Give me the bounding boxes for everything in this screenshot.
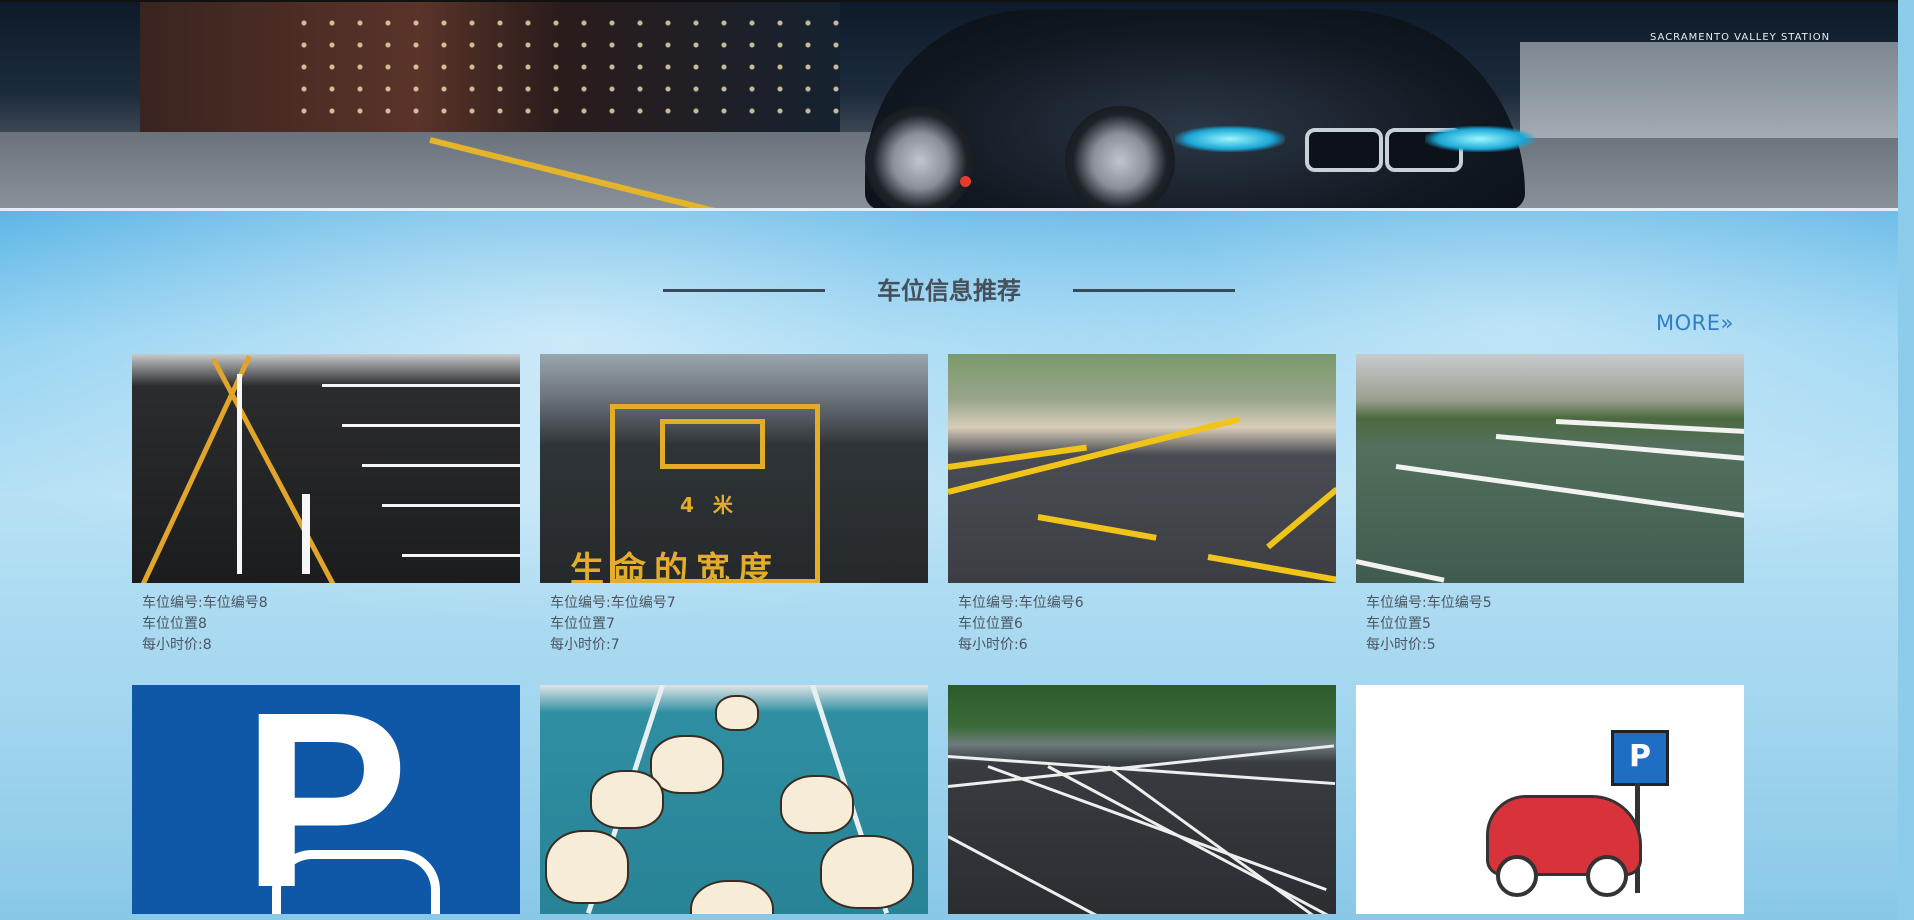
spot-price: 每小时价:7 — [550, 637, 620, 653]
banner-car-wheel-left — [865, 106, 975, 210]
car-wheel — [1586, 855, 1628, 897]
spot-card[interactable]: 车位编号:车位编号6 车位位置6 每小时价:6 — [948, 354, 1336, 656]
parking-line — [987, 765, 1327, 892]
spot-location: 车位位置5 — [1366, 616, 1431, 632]
lane-line — [137, 355, 252, 583]
spot-number: 车位编号:车位编号7 — [550, 595, 676, 611]
spot-location: 车位位置6 — [958, 616, 1023, 632]
banner-car-headlight-left — [1175, 126, 1285, 152]
painted-box — [660, 419, 765, 469]
parking-line — [1037, 514, 1157, 541]
car-icon — [272, 850, 440, 914]
spot-image[interactable] — [132, 354, 520, 583]
banner-railing — [1520, 42, 1898, 138]
banner-city-backdrop — [140, 2, 850, 132]
spot-number: 车位编号:车位编号6 — [958, 595, 1084, 611]
parking-line — [1107, 765, 1336, 914]
section-title: 车位信息推荐 — [877, 277, 1021, 305]
lane-line — [382, 504, 520, 507]
lane-line — [402, 554, 520, 557]
carousel-dots — [960, 176, 971, 187]
spot-price: 每小时价:8 — [142, 637, 212, 653]
parking-line — [948, 744, 1335, 788]
spot-image[interactable]: P — [1356, 685, 1744, 914]
spot-card[interactable]: 车位编号:车位编号5 车位位置5 每小时价:5 — [1356, 354, 1744, 656]
parking-line — [948, 416, 1240, 495]
lane-line — [322, 384, 520, 387]
banner-car-grille-left — [1305, 128, 1383, 172]
hero-banner[interactable]: SACRAMENTO VALLEY STATION — [0, 0, 1898, 210]
spot-image[interactable]: P — [132, 685, 520, 914]
spot-price: 每小时价:6 — [958, 637, 1028, 653]
parking-sign: P — [1611, 730, 1669, 786]
spot-price: 每小时价:5 — [1366, 637, 1436, 653]
spot-card[interactable]: P — [132, 685, 520, 914]
spot-card[interactable]: 4 米 生命的宽度 车位编号:车位编号7 车位位置7 每小时价:7 — [540, 354, 928, 656]
title-line-right — [1073, 289, 1235, 292]
spot-info: 车位编号:车位编号5 车位位置5 每小时价:5 — [1356, 583, 1744, 656]
spot-location: 车位位置8 — [142, 616, 207, 632]
spot-image[interactable]: 4 米 生命的宽度 — [540, 354, 928, 583]
parking-line — [948, 444, 1088, 470]
lane-line — [342, 424, 520, 427]
cat-drawing — [690, 880, 774, 914]
more-link[interactable]: MORE» — [1656, 311, 1734, 335]
parking-line — [1266, 486, 1336, 550]
spot-info: 车位编号:车位编号7 车位位置7 每小时价:7 — [540, 583, 928, 656]
parking-line — [1555, 419, 1744, 435]
spot-number: 车位编号:车位编号5 — [1366, 595, 1492, 611]
arrow-marking — [302, 494, 310, 574]
spot-card[interactable] — [948, 685, 1336, 914]
banner-car-wheel-right — [1065, 106, 1175, 210]
banner-city-windows — [290, 12, 850, 122]
cat-drawing — [545, 830, 629, 904]
carousel-dot-active[interactable] — [960, 176, 971, 187]
spot-image[interactable] — [948, 354, 1336, 583]
spot-image[interactable] — [540, 685, 928, 914]
cat-drawing — [820, 835, 914, 909]
width-measure-text: 4 米 — [680, 493, 739, 517]
spot-info: 车位编号:车位编号6 车位位置6 每小时价:6 — [948, 583, 1336, 656]
banner-station-sign: SACRAMENTO VALLEY STATION — [1650, 32, 1831, 43]
parking-line — [948, 835, 1179, 914]
cat-drawing — [590, 770, 664, 829]
recommend-section: 车位信息推荐 MORE» 车位编号:车位编号8 车位位置8 每小时价:8 4 米… — [0, 211, 1898, 920]
parking-line — [1356, 559, 1445, 583]
spot-card[interactable]: 车位编号:车位编号8 车位位置8 每小时价:8 — [132, 354, 520, 656]
spot-image[interactable] — [1356, 354, 1744, 583]
lane-line — [211, 358, 338, 583]
parking-line — [1207, 554, 1336, 583]
width-slogan-text: 生命的宽度 — [570, 550, 780, 583]
spot-card[interactable]: P — [1356, 685, 1744, 914]
lane-line — [362, 464, 520, 467]
spot-number: 车位编号:车位编号8 — [142, 595, 268, 611]
parking-line — [1395, 464, 1744, 522]
spot-info: 车位编号:车位编号8 车位位置8 每小时价:8 — [132, 583, 520, 656]
lane-line — [237, 374, 242, 574]
parking-line — [1047, 765, 1332, 914]
spot-location: 车位位置7 — [550, 616, 615, 632]
car-wheel — [1496, 855, 1538, 897]
banner-car-headlight-right — [1425, 126, 1535, 152]
cat-drawing — [780, 775, 854, 834]
section-header: 车位信息推荐 — [0, 261, 1898, 305]
cat-drawing — [715, 695, 759, 731]
parking-line — [1495, 434, 1744, 462]
spot-card[interactable] — [540, 685, 928, 914]
spot-image[interactable] — [948, 685, 1336, 914]
